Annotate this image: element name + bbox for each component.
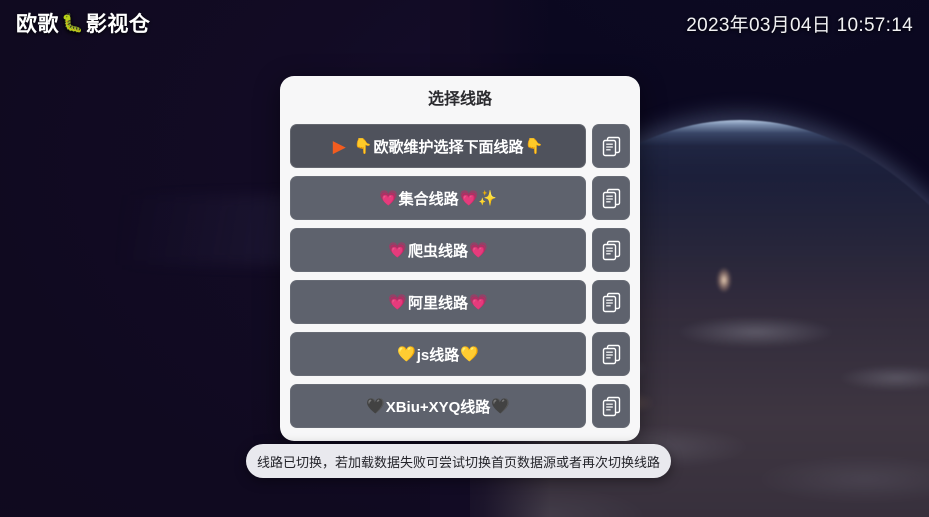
route-trail-emoji: 🖤 xyxy=(491,397,510,415)
caterpillar-icon: 🐛 xyxy=(61,13,84,33)
route-item-5[interactable]: 💛 js线路 💛 xyxy=(290,332,586,376)
route-item-label: 💛 js线路 💛 xyxy=(397,344,479,365)
toast-text: 线路已切换，若加载数据失败可尝试切换首页数据源或者再次切换线路 xyxy=(257,454,661,470)
route-lead-emoji: 💗 xyxy=(388,241,407,259)
route-row: 💛 js线路 💛 xyxy=(290,332,630,376)
route-item-3[interactable]: 💗 爬虫线路 💗 xyxy=(290,228,586,272)
dialog-title: 选择线路 xyxy=(427,91,492,108)
app-title: 欧歌 🐛 影视仓 xyxy=(16,8,150,38)
route-item-2[interactable]: 💗 集合线路 💗✨ xyxy=(290,176,586,220)
route-trail-emoji: 💗 xyxy=(469,241,488,259)
earth-bright-spot xyxy=(717,268,731,292)
route-trail-emoji: 💗✨ xyxy=(459,189,498,207)
copy-documents-icon xyxy=(602,136,621,157)
route-trail-emoji: 💛 xyxy=(460,345,479,363)
copy-route-button-4[interactable] xyxy=(592,280,630,324)
route-row: 💗 阿里线路 💗 xyxy=(290,280,630,324)
route-item-label: 💗 阿里线路 💗 xyxy=(388,292,487,313)
app-title-part1: 欧歌 xyxy=(16,13,59,36)
route-row: 💗 爬虫线路 💗 xyxy=(290,228,630,272)
copy-route-button-1[interactable] xyxy=(592,124,630,168)
route-item-label: 🖤 XBiu+XYQ线路 🖤 xyxy=(366,396,510,417)
copy-route-button-3[interactable] xyxy=(592,228,630,272)
play-marker-icon: ▶ xyxy=(332,136,346,156)
route-row: 💗 集合线路 💗✨ xyxy=(290,176,630,220)
route-lead-emoji: 💗 xyxy=(388,293,407,311)
route-item-text: 欧歌维护选择下面线路 xyxy=(373,138,524,156)
route-item-text: 爬虫线路 xyxy=(407,242,468,260)
top-bar: 欧歌 🐛 影视仓 2023年03月04日 10:57:14 xyxy=(0,0,929,46)
copy-route-button-6[interactable] xyxy=(592,384,630,428)
route-lead-emoji: 💛 xyxy=(397,345,416,363)
toast-message: 线路已切换，若加载数据失败可尝试切换首页数据源或者再次切换线路 xyxy=(246,444,671,478)
route-item-text: js线路 xyxy=(416,346,460,364)
clock-datetime: 2023年03月04日 10:57:14 xyxy=(686,14,913,36)
app-screen: 欧歌 🐛 影视仓 2023年03月04日 10:57:14 选择线路 ▶ 👇 欧歌维… xyxy=(0,0,929,517)
route-item-label: 💗 集合线路 💗✨ xyxy=(379,188,497,209)
app-title-part2: 影视仓 xyxy=(85,13,151,36)
route-item-label: 👇 欧歌维护选择下面线路 👇 xyxy=(354,136,543,157)
copy-route-button-5[interactable] xyxy=(592,332,630,376)
copy-documents-icon xyxy=(602,344,621,365)
route-row: 🖤 XBiu+XYQ线路 🖤 xyxy=(290,384,630,428)
copy-documents-icon xyxy=(602,188,621,209)
route-lead-emoji: 🖤 xyxy=(366,397,385,415)
route-trail-emoji: 💗 xyxy=(469,293,488,311)
route-item-text: 集合线路 xyxy=(398,190,459,208)
route-trail-emoji: 👇 xyxy=(524,137,544,155)
route-item-6[interactable]: 🖤 XBiu+XYQ线路 🖤 xyxy=(290,384,586,428)
route-list[interactable]: ▶ 👇 欧歌维护选择下面线路 👇 💗 集合线路 💗✨ 💗 爬虫线路 💗 💗 阿里线路 💗 💛 js线路 💛 🖤 X… xyxy=(280,124,640,441)
copy-documents-icon xyxy=(602,240,621,261)
route-item-4[interactable]: 💗 阿里线路 💗 xyxy=(290,280,586,324)
copy-route-button-2[interactable] xyxy=(592,176,630,220)
route-row: ▶ 👇 欧歌维护选择下面线路 👇 xyxy=(290,124,630,168)
route-item-text: XBiu+XYQ线路 xyxy=(385,398,491,416)
copy-documents-icon xyxy=(602,396,621,417)
route-item-label: 💗 爬虫线路 💗 xyxy=(388,240,487,261)
route-item-1[interactable]: ▶ 👇 欧歌维护选择下面线路 👇 xyxy=(290,124,586,168)
route-lead-emoji: 💗 xyxy=(378,189,398,207)
route-lead-emoji: 👇 xyxy=(353,137,373,155)
copy-documents-icon xyxy=(602,292,621,313)
route-selection-dialog: 选择线路 ▶ 👇 欧歌维护选择下面线路 👇 💗 集合线路 💗✨ 💗 爬虫线路 💗 💗 阿里线路 💗 💛 js… xyxy=(280,76,640,441)
route-item-text: 阿里线路 xyxy=(407,294,468,312)
